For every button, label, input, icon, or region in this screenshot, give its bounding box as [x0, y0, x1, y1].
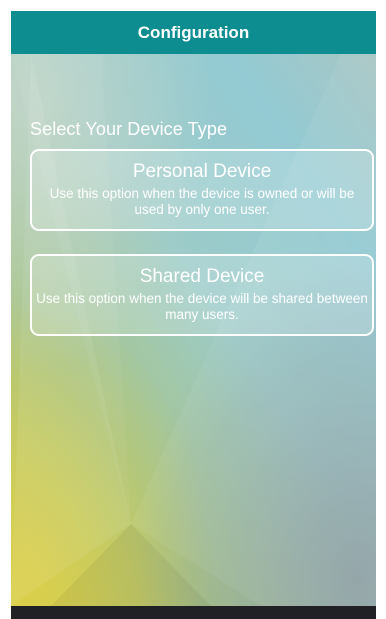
system-nav-bar — [11, 606, 376, 619]
app-frame: Configuration Select Your Device Type Pe… — [0, 0, 386, 619]
section-title: Select Your Device Type — [30, 119, 228, 139]
shared-device-button[interactable]: Shared Device Use this option when the d… — [30, 254, 374, 336]
shared-device-description: Use this option when the device will be … — [36, 291, 368, 322]
main-content: Select Your Device Type Personal Device … — [11, 54, 376, 606]
personal-device-button[interactable]: Personal Device Use this option when the… — [30, 149, 374, 231]
personal-device-title: Personal Device — [132, 161, 272, 182]
app-screen: Configuration Select Your Device Type Pe… — [11, 11, 376, 619]
shared-device-title: Shared Device — [139, 266, 265, 287]
page-title: Configuration — [137, 22, 250, 42]
personal-device-description: Use this option when the device is owned… — [49, 186, 355, 217]
app-header: Configuration — [11, 11, 376, 54]
